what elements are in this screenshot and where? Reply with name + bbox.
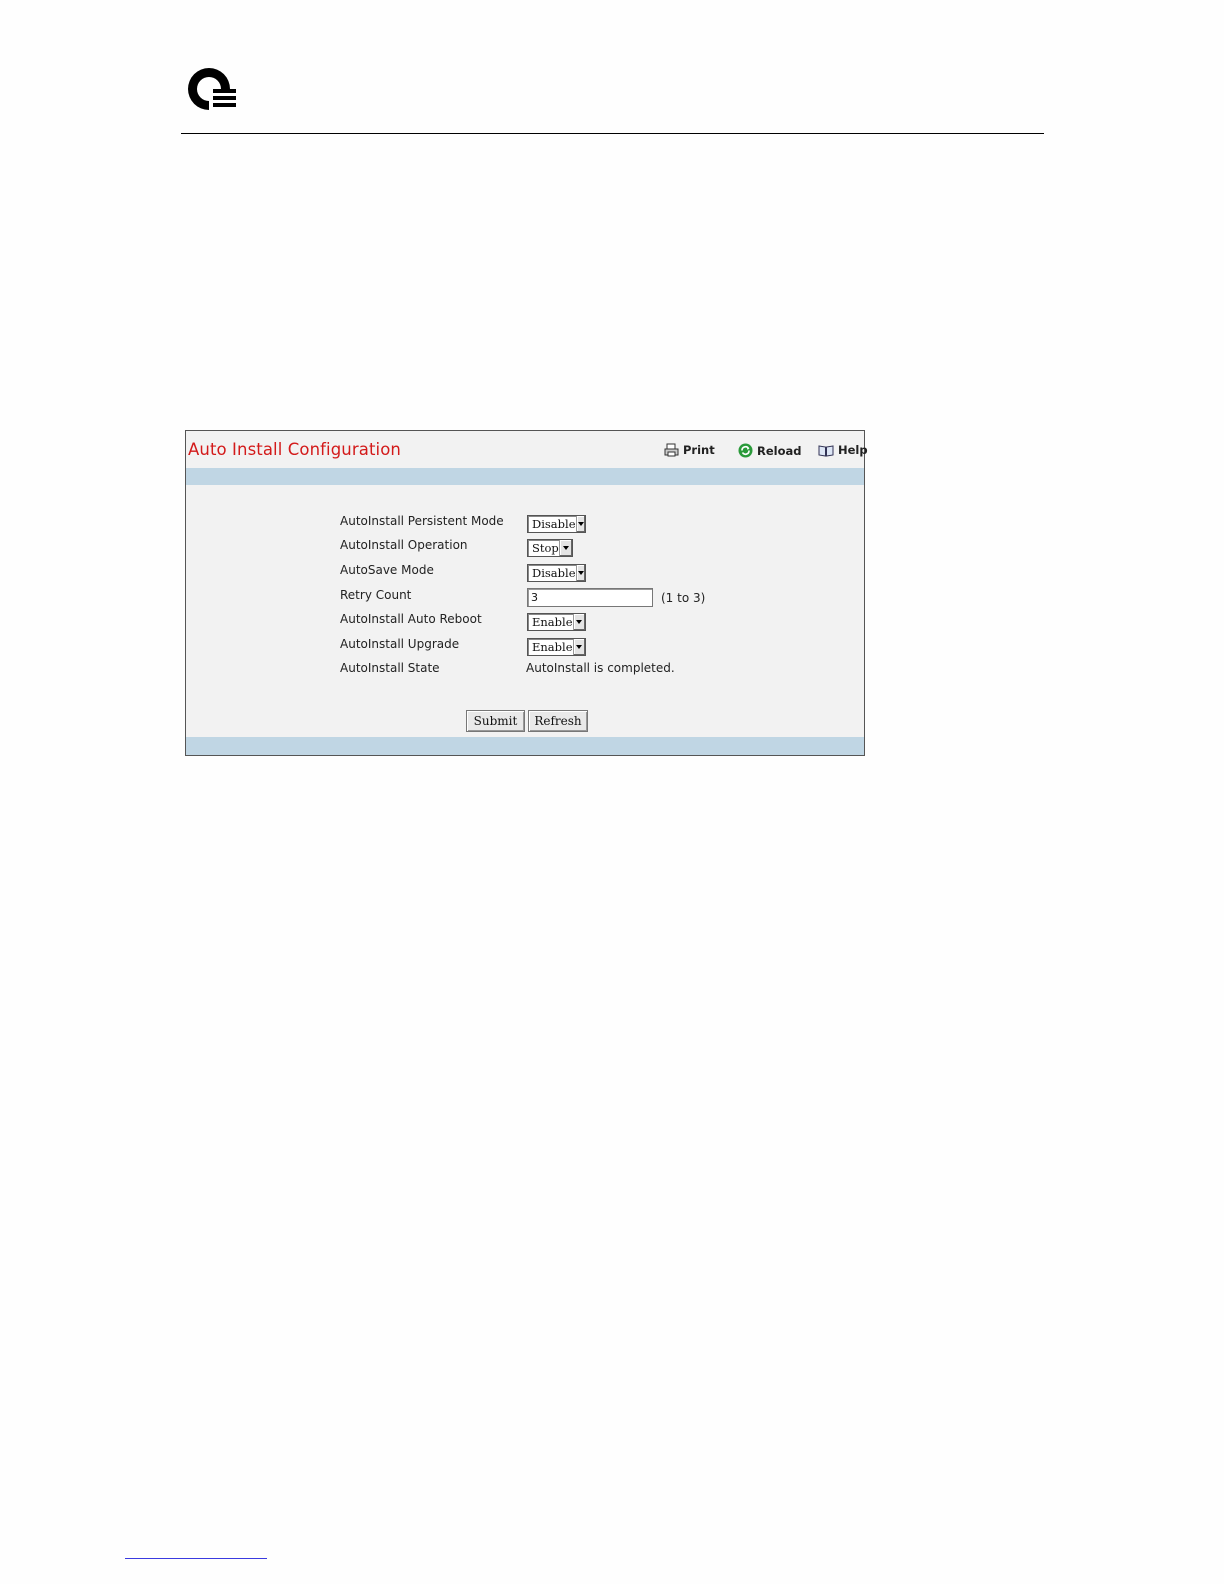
print-button[interactable]: Print bbox=[664, 443, 715, 457]
autosave-mode-label: AutoSave Mode bbox=[340, 563, 434, 577]
reload-button[interactable]: Reload bbox=[738, 443, 802, 458]
autosave-mode-select[interactable]: Disable bbox=[527, 564, 586, 582]
chevron-down-icon bbox=[558, 540, 572, 556]
refresh-button[interactable]: Refresh bbox=[528, 710, 588, 732]
retry-count-input[interactable]: 3 bbox=[527, 588, 653, 607]
company-logo bbox=[188, 68, 236, 110]
header-divider bbox=[181, 133, 1044, 134]
chevron-down-icon bbox=[572, 614, 585, 630]
upgrade-label: AutoInstall Upgrade bbox=[340, 637, 460, 651]
upgrade-value: Enable bbox=[532, 640, 573, 654]
help-label: Help bbox=[838, 443, 868, 457]
persistent-mode-select[interactable]: Disable bbox=[527, 515, 586, 533]
print-label: Print bbox=[683, 443, 715, 457]
printer-icon bbox=[664, 443, 679, 457]
header-band bbox=[186, 468, 864, 485]
persistent-mode-value: Disable bbox=[532, 517, 576, 531]
book-icon bbox=[818, 444, 834, 457]
page-title: Auto Install Configuration bbox=[188, 440, 401, 459]
help-button[interactable]: Help bbox=[818, 443, 868, 457]
operation-label: AutoInstall Operation bbox=[340, 538, 468, 552]
auto-reboot-select[interactable]: Enable bbox=[527, 613, 586, 631]
retry-count-range: (1 to 3) bbox=[661, 591, 706, 605]
chevron-down-icon bbox=[575, 516, 585, 532]
reload-label: Reload bbox=[757, 443, 802, 458]
state-value: AutoInstall is completed. bbox=[526, 661, 675, 675]
autosave-mode-value: Disable bbox=[532, 566, 576, 580]
retry-count-label: Retry Count bbox=[340, 588, 412, 602]
footer-link-underline bbox=[125, 1558, 267, 1559]
auto-install-panel: Auto Install Configuration Print Reload … bbox=[185, 430, 868, 756]
submit-button[interactable]: Submit bbox=[466, 710, 525, 732]
persistent-mode-label: AutoInstall Persistent Mode bbox=[340, 514, 504, 528]
chevron-down-icon bbox=[575, 565, 585, 581]
auto-reboot-label: AutoInstall Auto Reboot bbox=[340, 612, 482, 626]
operation-value: Stop bbox=[532, 541, 559, 555]
auto-reboot-value: Enable bbox=[532, 615, 573, 629]
reload-icon bbox=[738, 443, 753, 458]
chevron-down-icon bbox=[572, 639, 585, 655]
footer-band bbox=[186, 737, 864, 755]
upgrade-select[interactable]: Enable bbox=[527, 638, 586, 656]
operation-select[interactable]: Stop bbox=[527, 539, 573, 557]
state-label: AutoInstall State bbox=[340, 661, 440, 675]
